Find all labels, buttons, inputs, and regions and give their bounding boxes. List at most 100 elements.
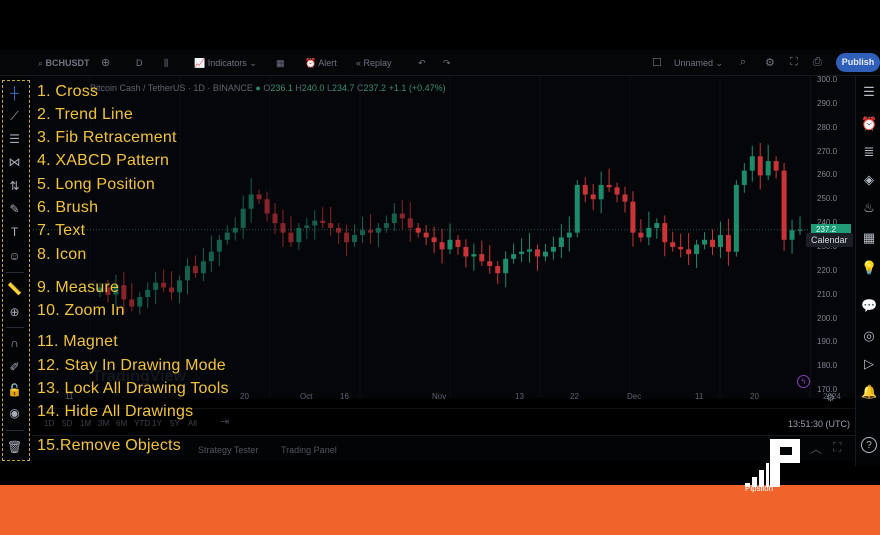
alert-button[interactable]: ⏰ Alert bbox=[305, 58, 337, 69]
layers-icon[interactable]: ◈ bbox=[861, 172, 877, 188]
indicators-button[interactable]: 📈 Indicators ⌄ bbox=[194, 58, 257, 69]
price-tick: 270.0 bbox=[817, 146, 838, 156]
chart-area[interactable] bbox=[30, 76, 811, 398]
data-window-icon[interactable]: ≣ bbox=[861, 144, 877, 160]
quick-search-icon[interactable]: ⌕ bbox=[740, 56, 746, 69]
brush-icon[interactable]: ✎ bbox=[7, 202, 22, 217]
annotation-label: 14. Hide All Drawings bbox=[37, 403, 194, 420]
fib-retracement-icon[interactable]: ☰ bbox=[7, 132, 22, 147]
zoom-in-icon[interactable]: ⊕ bbox=[7, 305, 22, 320]
calendar-icon[interactable]: ▦ bbox=[861, 230, 877, 246]
camera-icon[interactable]: ⎙ bbox=[813, 56, 822, 69]
price-tick: 190.0 bbox=[817, 337, 838, 347]
replay-icon[interactable]: ▷ bbox=[861, 356, 877, 372]
help-icon[interactable]: ? bbox=[861, 437, 877, 453]
undo-icon[interactable]: ↶ bbox=[418, 58, 426, 69]
bell-icon[interactable]: 🔔 bbox=[861, 384, 877, 400]
candle bbox=[773, 156, 779, 179]
redo-icon[interactable]: ↷ bbox=[443, 58, 451, 69]
layout-checkbox-icon[interactable]: ☐ bbox=[652, 56, 662, 69]
chat-icon[interactable]: 💬 bbox=[861, 298, 877, 314]
annotation-label: 13. Lock All Drawing Tools bbox=[37, 380, 229, 397]
candle bbox=[431, 226, 437, 254]
trash-icon[interactable]: 🗑 bbox=[7, 440, 22, 455]
layout-name: Unnamed bbox=[674, 58, 714, 68]
candle bbox=[725, 218, 731, 266]
settings-icon[interactable]: ⚙ bbox=[765, 56, 775, 69]
candle bbox=[646, 211, 652, 246]
publish-button[interactable]: Publish bbox=[836, 53, 880, 72]
collapse-panel-icon[interactable]: ︿ bbox=[810, 440, 822, 457]
candle bbox=[558, 224, 564, 258]
candle bbox=[797, 216, 803, 236]
clock[interactable]: 13:51:30 (UTC) bbox=[788, 419, 850, 429]
candle bbox=[455, 235, 461, 255]
candle bbox=[503, 251, 509, 288]
candle bbox=[749, 145, 755, 182]
interval-button[interactable]: D bbox=[136, 58, 143, 68]
candle-type-icon[interactable]: ⫼ bbox=[164, 58, 168, 69]
candle bbox=[447, 223, 453, 255]
candle bbox=[630, 191, 636, 247]
long-position-icon[interactable]: ⇅ bbox=[7, 179, 22, 194]
goto-date-icon[interactable]: ⇥ bbox=[220, 415, 229, 428]
price-tick: 300.0 bbox=[817, 75, 838, 84]
low-value: 234.7 bbox=[331, 83, 355, 93]
streams-icon[interactable]: ◎ bbox=[861, 328, 877, 344]
candle bbox=[288, 216, 294, 247]
cross-icon[interactable]: ┼ bbox=[7, 86, 22, 101]
candle bbox=[177, 275, 183, 304]
time-tick: 16 bbox=[340, 392, 349, 401]
candle bbox=[232, 217, 238, 241]
lightning-icon[interactable]: ϟ bbox=[797, 375, 810, 388]
price-tick: 290.0 bbox=[817, 98, 838, 108]
candle bbox=[328, 206, 334, 236]
time-tick: Oct bbox=[300, 392, 313, 401]
symbol-text: BCHUSDT bbox=[45, 58, 90, 68]
tab-trading-panel[interactable]: Trading Panel bbox=[281, 445, 337, 455]
text-icon[interactable]: T bbox=[7, 225, 22, 240]
eye-icon[interactable]: ◉ bbox=[7, 406, 22, 421]
candle bbox=[566, 216, 572, 252]
candle bbox=[352, 224, 358, 247]
candle bbox=[741, 162, 747, 193]
candle bbox=[694, 239, 700, 269]
ideas-icon[interactable]: 💡 bbox=[861, 260, 877, 276]
annotation-label: 1. Cross bbox=[37, 83, 99, 100]
candle bbox=[638, 219, 644, 243]
candle bbox=[280, 209, 286, 247]
time-tick: Dec bbox=[627, 392, 642, 401]
candle bbox=[598, 171, 604, 214]
replay-button[interactable]: « Replay bbox=[356, 58, 392, 68]
symbol-legend: Bitcoin Cash / TetherUS · 1D · BINANCE ●… bbox=[90, 83, 446, 93]
ruler-icon[interactable]: 📏 bbox=[7, 282, 22, 297]
price-tick: 180.0 bbox=[817, 361, 838, 371]
stay-drawing-icon[interactable]: ✐ bbox=[7, 360, 22, 375]
candle bbox=[789, 219, 795, 254]
hotlist-icon[interactable]: ♨ bbox=[861, 200, 877, 216]
tab-strategy-tester[interactable]: Strategy Tester bbox=[198, 445, 258, 455]
candle bbox=[407, 202, 413, 242]
magnet-icon[interactable]: ∩ bbox=[7, 336, 22, 351]
candle bbox=[717, 221, 723, 258]
watchlist-icon[interactable]: ☰ bbox=[861, 84, 877, 100]
change-value: +1.1 (+0.47%) bbox=[388, 83, 446, 93]
lock-icon[interactable]: 🔓 bbox=[7, 383, 22, 398]
indicators-label: Indicators bbox=[207, 58, 247, 68]
templates-icon[interactable]: ▦ bbox=[276, 58, 285, 69]
alarm-clock-icon[interactable]: ⏰ bbox=[861, 116, 877, 132]
symbol-search[interactable]: ⌕ BCHUSDT bbox=[38, 58, 90, 69]
layout-name-button[interactable]: Unnamed ⌄ bbox=[674, 58, 723, 69]
annotation-label: 2. Trend Line bbox=[37, 106, 133, 123]
candle bbox=[375, 223, 381, 247]
xabcd-pattern-icon[interactable]: ⋈ bbox=[7, 155, 22, 170]
annotation-label: 15.Remove Objects bbox=[37, 437, 181, 454]
trend-line-icon[interactable]: ⟋ bbox=[7, 109, 22, 124]
emoji-icon[interactable]: ☺ bbox=[7, 249, 22, 264]
candle bbox=[654, 218, 660, 239]
compare-plus-icon[interactable]: ⊕ bbox=[101, 56, 110, 69]
maximize-panel-icon[interactable]: ⛶ bbox=[833, 440, 841, 455]
candle bbox=[137, 292, 143, 315]
fullscreen-icon[interactable]: ⛶ bbox=[790, 56, 798, 69]
axis-settings-icon[interactable]: ⚙ bbox=[826, 393, 835, 404]
